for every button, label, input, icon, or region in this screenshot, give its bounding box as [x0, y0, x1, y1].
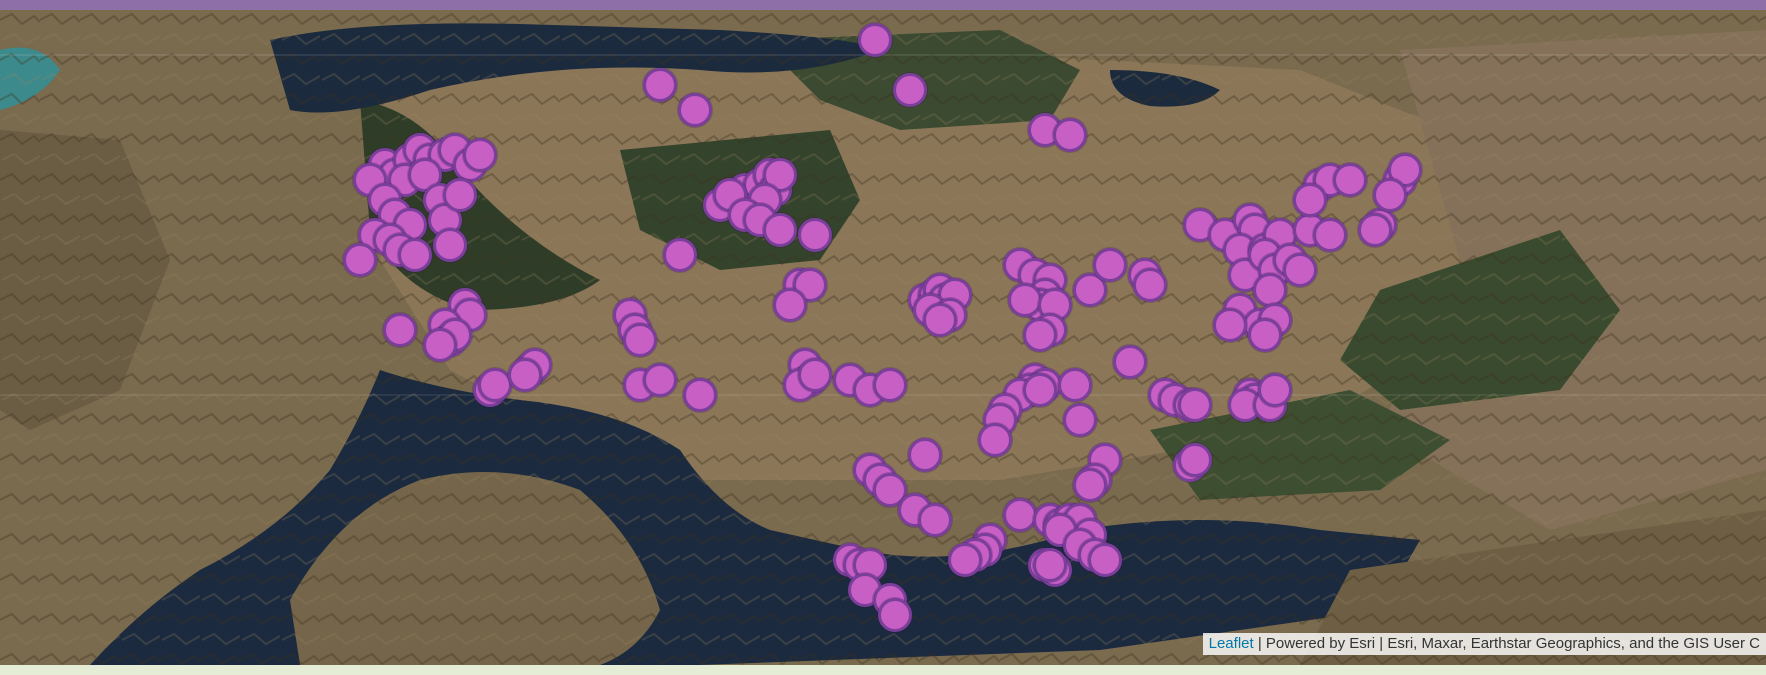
- map-marker[interactable]: [643, 363, 677, 397]
- map-marker[interactable]: [1358, 213, 1392, 247]
- map-marker[interactable]: [478, 368, 512, 402]
- map-marker[interactable]: [893, 73, 927, 107]
- map-marker[interactable]: [908, 438, 942, 472]
- map-marker[interactable]: [1073, 468, 1107, 502]
- map-marker[interactable]: [878, 598, 912, 632]
- map-marker[interactable]: [423, 328, 457, 362]
- map-marker[interactable]: [433, 228, 467, 262]
- map-marker[interactable]: [1373, 178, 1407, 212]
- map-marker[interactable]: [798, 218, 832, 252]
- map-marker[interactable]: [1133, 268, 1167, 302]
- map-marker[interactable]: [463, 138, 497, 172]
- map-marker[interactable]: [1063, 403, 1097, 437]
- map-marker[interactable]: [343, 243, 377, 277]
- map-marker[interactable]: [1023, 318, 1057, 352]
- map-marker[interactable]: [1333, 163, 1367, 197]
- map-marker[interactable]: [1093, 248, 1127, 282]
- map-marker[interactable]: [798, 358, 832, 392]
- map-marker[interactable]: [1058, 368, 1092, 402]
- map-marker[interactable]: [398, 238, 432, 272]
- map-marker[interactable]: [1283, 253, 1317, 287]
- map-marker[interactable]: [643, 68, 677, 102]
- map-marker[interactable]: [683, 378, 717, 412]
- map-marker[interactable]: [773, 288, 807, 322]
- map-marker[interactable]: [918, 503, 952, 537]
- map-marker[interactable]: [663, 238, 697, 272]
- attribution-separator: |: [1253, 635, 1266, 652]
- map-marker[interactable]: [1113, 345, 1147, 379]
- map-marker[interactable]: [1253, 273, 1287, 307]
- map-view[interactable]: Leaflet | Powered by Esri | Esri, Maxar,…: [0, 10, 1766, 665]
- map-marker[interactable]: [978, 423, 1012, 457]
- map-marker[interactable]: [1178, 443, 1212, 477]
- map-marker[interactable]: [948, 543, 982, 577]
- map-marker[interactable]: [623, 323, 657, 357]
- map-marker[interactable]: [508, 358, 542, 392]
- map-marker[interactable]: [1313, 218, 1347, 252]
- map-marker[interactable]: [873, 368, 907, 402]
- header-bar: [0, 0, 1766, 10]
- map-marker[interactable]: [763, 213, 797, 247]
- map-marker[interactable]: [1053, 118, 1087, 152]
- map-marker[interactable]: [678, 93, 712, 127]
- map-marker[interactable]: [1178, 388, 1212, 422]
- leaflet-link[interactable]: Leaflet: [1209, 635, 1254, 652]
- map-marker[interactable]: [1003, 498, 1037, 532]
- attribution-text: Powered by Esri | Esri, Maxar, Earthstar…: [1265, 635, 1760, 652]
- map-attribution: Leaflet | Powered by Esri | Esri, Maxar,…: [1202, 633, 1766, 655]
- map-marker[interactable]: [1033, 548, 1067, 582]
- map-marker[interactable]: [1213, 308, 1247, 342]
- footer-strip: [0, 665, 1766, 675]
- map-marker[interactable]: [858, 23, 892, 57]
- map-marker[interactable]: [443, 178, 477, 212]
- map-marker[interactable]: [1258, 373, 1292, 407]
- map-marker[interactable]: [1008, 283, 1042, 317]
- map-marker[interactable]: [383, 313, 417, 347]
- map-marker[interactable]: [1023, 373, 1057, 407]
- map-marker[interactable]: [1248, 318, 1282, 352]
- map-marker[interactable]: [1293, 183, 1327, 217]
- map-marker[interactable]: [923, 303, 957, 337]
- map-marker[interactable]: [1088, 543, 1122, 577]
